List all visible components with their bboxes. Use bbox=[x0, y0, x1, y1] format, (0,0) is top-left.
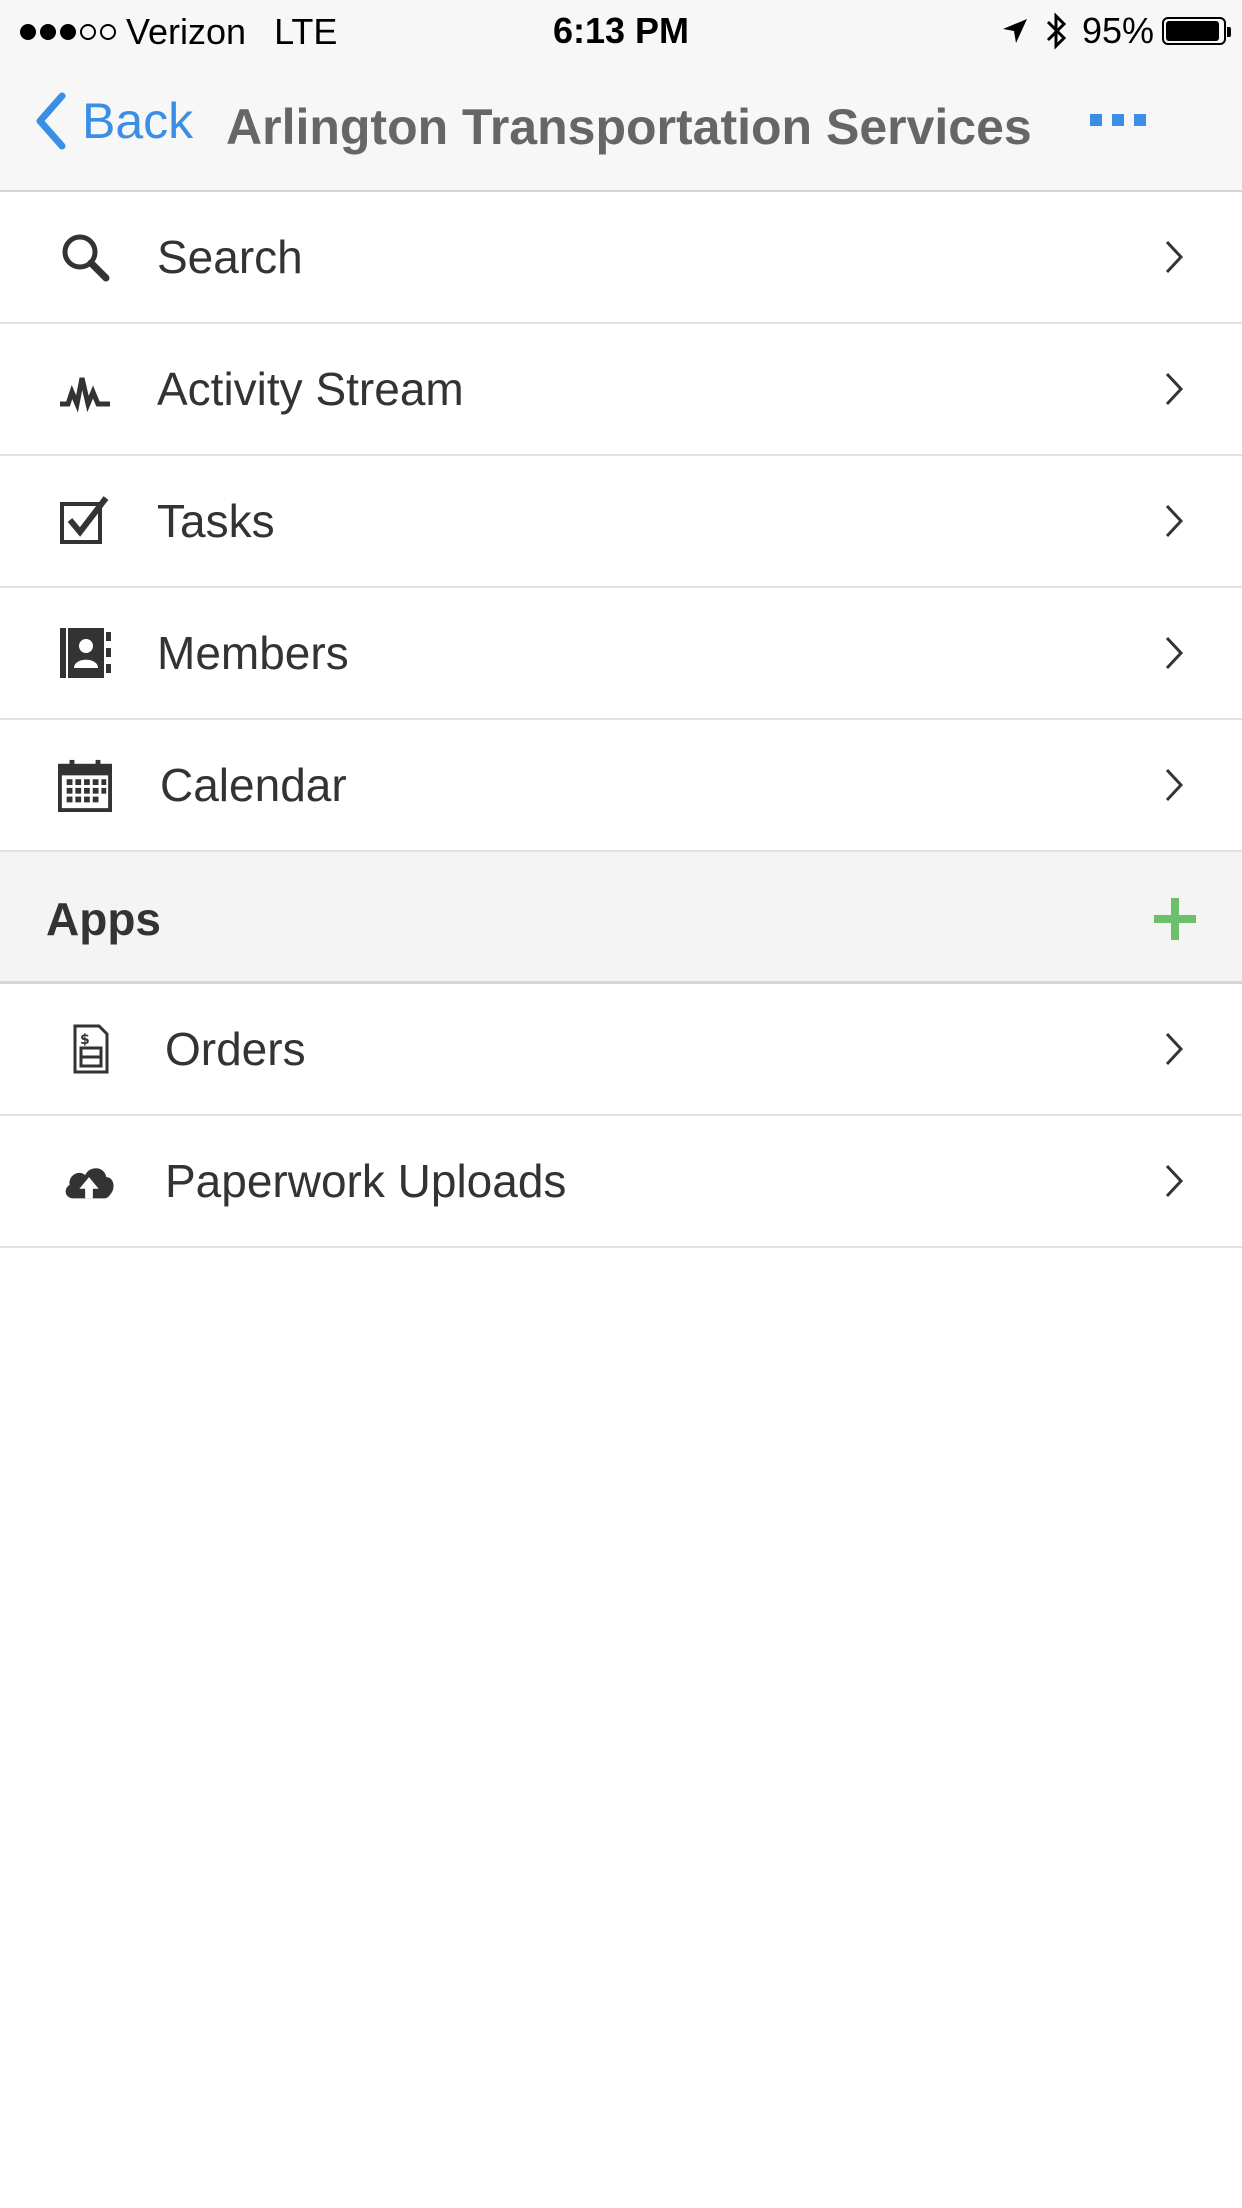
more-options-button[interactable] bbox=[1090, 114, 1146, 126]
back-button[interactable]: Back bbox=[34, 92, 193, 150]
battery-icon bbox=[1162, 17, 1231, 45]
status-bar: Verizon LTE 6:13 PM 95% bbox=[0, 0, 1242, 62]
app-item-label: Orders bbox=[165, 1023, 306, 1075]
page-title: Arlington Transportation Services bbox=[226, 99, 1032, 155]
menu-item-tasks[interactable]: Tasks bbox=[0, 456, 1242, 588]
menu-item-label: Search bbox=[157, 231, 303, 283]
navigation-bar: Back Arlington Transportation Services bbox=[0, 62, 1242, 192]
chevron-right-icon bbox=[1165, 240, 1184, 274]
menu-item-activity-stream[interactable]: Activity Stream bbox=[0, 324, 1242, 456]
app-item-orders[interactable]: $ Orders bbox=[0, 984, 1242, 1116]
chevron-right-icon bbox=[1165, 1164, 1184, 1198]
status-right: 95% bbox=[1000, 10, 1231, 52]
workspace-menu: Search Activity Stream Tasks Members Cal… bbox=[0, 192, 1242, 1248]
app-item-paperwork-uploads[interactable]: Paperwork Uploads bbox=[0, 1116, 1242, 1248]
menu-item-label: Calendar bbox=[160, 759, 347, 811]
checkbox-icon bbox=[58, 494, 112, 548]
menu-item-label: Members bbox=[157, 627, 349, 679]
bluetooth-icon bbox=[1046, 12, 1067, 50]
chevron-left-icon bbox=[36, 92, 66, 150]
menu-item-search[interactable]: Search bbox=[0, 192, 1242, 324]
apps-section-header: Apps bbox=[0, 852, 1242, 984]
chevron-right-icon bbox=[1165, 372, 1184, 406]
menu-item-members[interactable]: Members bbox=[0, 588, 1242, 720]
search-icon bbox=[58, 230, 112, 284]
section-title: Apps bbox=[46, 893, 161, 945]
menu-item-calendar[interactable]: Calendar bbox=[0, 720, 1242, 852]
activity-icon bbox=[58, 362, 112, 416]
menu-item-label: Activity Stream bbox=[157, 363, 464, 415]
menu-item-label: Tasks bbox=[157, 495, 275, 547]
invoice-icon: $ bbox=[64, 1022, 118, 1076]
app-item-label: Paperwork Uploads bbox=[165, 1155, 567, 1207]
chevron-right-icon bbox=[1165, 1032, 1184, 1066]
plus-icon[interactable] bbox=[1152, 896, 1198, 942]
battery-percent: 95% bbox=[1081, 10, 1154, 51]
cloud-upload-icon bbox=[62, 1154, 116, 1208]
ellipsis-icon bbox=[1090, 114, 1102, 126]
chevron-right-icon bbox=[1165, 636, 1184, 670]
contacts-icon bbox=[58, 626, 112, 680]
location-arrow-icon bbox=[1002, 19, 1027, 43]
back-label: Back bbox=[82, 93, 194, 149]
chevron-right-icon bbox=[1165, 768, 1184, 802]
calendar-icon bbox=[58, 758, 112, 812]
svg-text:$: $ bbox=[80, 1032, 90, 1048]
chevron-right-icon bbox=[1165, 504, 1184, 538]
